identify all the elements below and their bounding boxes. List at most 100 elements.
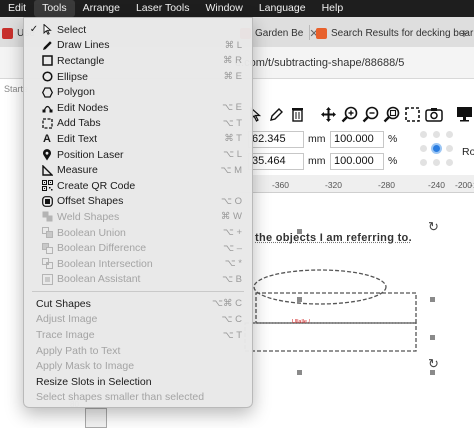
menu-item-resize-slots[interactable]: Resize Slots in Selection xyxy=(24,374,252,390)
selection-handle[interactable] xyxy=(430,297,435,302)
menu-language[interactable]: Language xyxy=(251,0,314,17)
menu-item-ellipse[interactable]: Ellipse ⌘ E xyxy=(24,69,252,85)
menu-item-shortcut: ⌥ M xyxy=(212,165,252,176)
selection-handle[interactable] xyxy=(430,370,435,375)
menu-item-label: Resize Slots in Selection xyxy=(24,376,212,388)
menu-item-create-qr-code[interactable]: Create QR Code xyxy=(24,178,252,194)
menu-item-shortcut: ⌥ B xyxy=(212,274,252,285)
zoom-in-icon[interactable] xyxy=(340,104,359,124)
y-row: 35.464 mm 100.000 % xyxy=(248,152,406,170)
height-percent-field[interactable]: 100.000 xyxy=(330,153,384,170)
x-row: 62.345 mm 100.000 % xyxy=(248,130,406,148)
camera-icon[interactable] xyxy=(424,104,443,124)
menu-item-adjust-image: Adjust Image ⌥ C xyxy=(24,312,252,328)
favicon-icon xyxy=(316,28,327,39)
ruler-label: -360 xyxy=(272,180,289,190)
menu-item-edit-text[interactable]: A Edit Text ⌘ T xyxy=(24,131,252,147)
monitor-icon[interactable] xyxy=(455,104,474,124)
menu-item-draw-lines[interactable]: Draw Lines ⌘ L xyxy=(24,38,252,54)
rotate-handle-icon[interactable]: ↻ xyxy=(428,219,439,235)
menu-tools[interactable]: Tools xyxy=(34,0,75,17)
menu-laser-tools[interactable]: Laser Tools xyxy=(128,0,198,17)
x-position-field[interactable]: 62.345 xyxy=(248,131,304,148)
menu-item-cut-shapes[interactable]: Cut Shapes ⌥⌘ C xyxy=(24,296,252,312)
circle-icon xyxy=(41,71,53,83)
selection-handle[interactable] xyxy=(297,370,302,375)
trash-icon[interactable] xyxy=(288,104,307,124)
percent-label: % xyxy=(388,155,406,167)
menu-item-apply-mask-to-image: Apply Mask to Image xyxy=(24,358,252,374)
menu-item-boolean-union: Boolean Union ⌥ + xyxy=(24,225,252,241)
app-toolbar xyxy=(240,99,474,129)
qr-icon xyxy=(41,180,53,192)
tools-menu: ✓ Select Draw Lines ⌘ L Rectangle ⌘ R El… xyxy=(23,17,253,408)
ruler-label: -1 xyxy=(470,180,474,190)
menu-item-boolean-assistant: Boolean Assistant ⌥ B xyxy=(24,272,252,288)
menu-item-label: Boolean Union xyxy=(57,227,212,239)
menu-item-label: Edit Text xyxy=(57,133,212,145)
menu-item-rectangle[interactable]: Rectangle ⌘ R xyxy=(24,53,252,69)
zoom-out-icon[interactable] xyxy=(361,104,380,124)
menu-item-label: Position Laser xyxy=(57,149,212,161)
menu-item-boolean-intersection: Boolean Intersection ⌥ * xyxy=(24,256,252,272)
menu-edit[interactable]: Edit xyxy=(0,0,34,17)
anchor-dot[interactable] xyxy=(446,131,453,138)
menu-item-trace-image: Trace Image ⌥ T xyxy=(24,327,252,343)
menu-help[interactable]: Help xyxy=(314,0,352,17)
url-text[interactable]: e.com/t/subtracting-shape/88688/5 xyxy=(235,57,404,69)
anchor-dot-selected[interactable] xyxy=(433,145,440,152)
menu-item-shortcut: ⌘ E xyxy=(212,71,252,82)
checkmark-icon: ✓ xyxy=(28,24,40,35)
text-icon: A xyxy=(41,133,53,145)
new-tab-icon[interactable]: + xyxy=(460,25,468,41)
menu-item-edit-nodes[interactable]: Edit Nodes ⌥ E xyxy=(24,100,252,116)
width-percent-field[interactable]: 100.000 xyxy=(330,131,384,148)
vertical-ruler-box xyxy=(85,408,107,428)
menu-item-shortcut: ⌘ L xyxy=(212,40,252,51)
pen-icon[interactable] xyxy=(267,104,286,124)
menu-item-shortcut: ⌘ W xyxy=(212,211,252,222)
browser-tab[interactable]: Search Results for decking boar xyxy=(316,21,473,45)
menu-window[interactable]: Window xyxy=(197,0,250,17)
anchor-dot[interactable] xyxy=(433,159,440,166)
unit-label: mm xyxy=(308,155,326,167)
move-icon[interactable] xyxy=(319,104,338,124)
selection-handle[interactable] xyxy=(430,335,435,340)
anchor-dot[interactable] xyxy=(420,145,427,152)
menu-item-shortcut: ⌥ E xyxy=(212,102,252,113)
menu-item-measure[interactable]: Measure ⌥ M xyxy=(24,162,252,178)
menu-arrange[interactable]: Arrange xyxy=(75,0,128,17)
menu-item-polygon[interactable]: Polygon xyxy=(24,84,252,100)
selection-handle[interactable] xyxy=(297,297,302,302)
menu-item-label: Edit Nodes xyxy=(57,102,212,114)
ruler-label: -320 xyxy=(325,180,342,190)
selection-handle[interactable] xyxy=(297,229,302,234)
menu-item-weld-shapes: Weld Shapes ⌘ W xyxy=(24,209,252,225)
anchor-point-grid xyxy=(420,131,454,171)
menu-separator xyxy=(32,291,244,292)
menu-item-shortcut: ⌥ * xyxy=(212,258,252,269)
menu-item-select[interactable]: ✓ Select xyxy=(24,22,252,38)
frame-select-icon[interactable] xyxy=(403,104,422,124)
union-icon xyxy=(41,227,53,239)
difference-icon xyxy=(41,242,53,254)
anchor-dot[interactable] xyxy=(420,159,427,166)
zoom-fit-icon[interactable] xyxy=(382,104,401,124)
percent-label: % xyxy=(388,133,406,145)
tab-divider xyxy=(309,25,310,40)
menu-item-position-laser[interactable]: Position Laser ⌥ L xyxy=(24,147,252,163)
ruler-label: -280 xyxy=(378,180,395,190)
tabs-icon xyxy=(41,117,53,129)
anchor-dot[interactable] xyxy=(446,159,453,166)
menu-item-offset-shapes[interactable]: Offset Shapes ⌥ O xyxy=(24,194,252,210)
menu-item-label: Offset Shapes xyxy=(57,195,212,207)
canvas-text-shape[interactable]: the objects I am referring to. xyxy=(255,232,412,244)
menu-item-label: Draw Lines xyxy=(57,39,212,51)
menu-item-label: Measure xyxy=(57,164,212,176)
y-position-field[interactable]: 35.464 xyxy=(248,153,304,170)
anchor-dot[interactable] xyxy=(446,145,453,152)
canvas-red-label: Ullalle / xyxy=(292,319,310,325)
anchor-dot[interactable] xyxy=(433,131,440,138)
anchor-dot[interactable] xyxy=(420,131,427,138)
menu-item-add-tabs[interactable]: Add Tabs ⌥ T xyxy=(24,116,252,132)
